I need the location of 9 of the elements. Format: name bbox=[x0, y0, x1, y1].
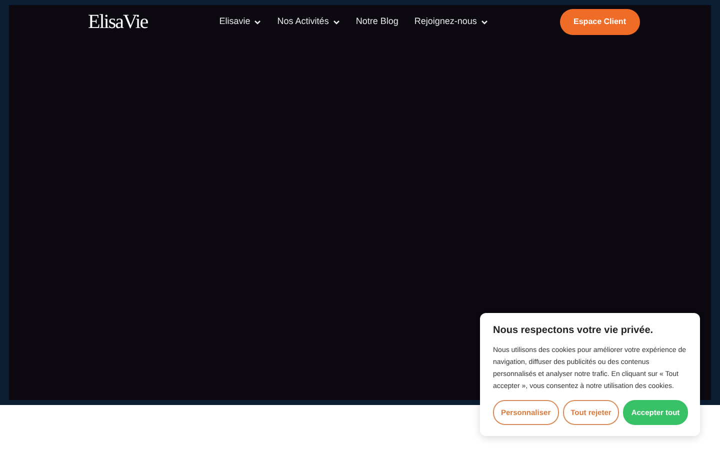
nav-link[interactable]: Nos Activités bbox=[277, 15, 340, 29]
chevron-down-icon bbox=[480, 20, 488, 24]
chevron-down-icon bbox=[254, 20, 262, 24]
logo[interactable]: ElisaVie bbox=[88, 12, 148, 32]
chevron-down-icon bbox=[332, 20, 340, 24]
nav-link[interactable]: Notre Blog bbox=[356, 15, 398, 29]
cookie-title: Nous respectons votre vie privée. bbox=[493, 324, 654, 338]
nav-link[interactable]: Elisavie bbox=[219, 15, 262, 29]
nav-link[interactable]: Rejoignez-nous bbox=[414, 15, 488, 29]
